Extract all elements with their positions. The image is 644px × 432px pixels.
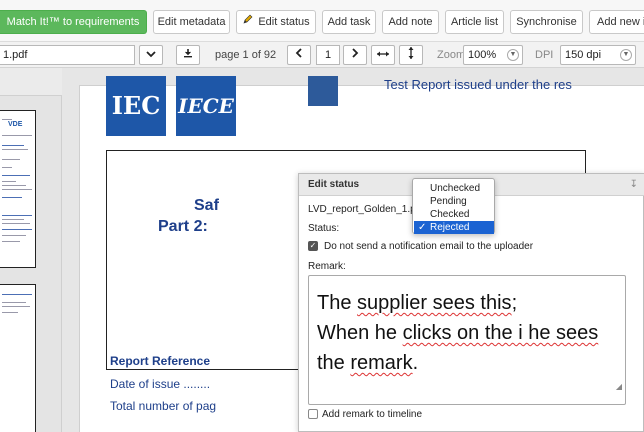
remark-line: the remark. bbox=[317, 352, 419, 374]
status-label: Status: bbox=[308, 223, 340, 234]
document-line-report-ref: Report Reference bbox=[110, 354, 211, 368]
action-toolbar: Match It!™ to requirements Edit metadata… bbox=[0, 0, 644, 42]
download-button[interactable] bbox=[176, 45, 200, 65]
resize-grip-icon[interactable]: ◢ bbox=[616, 372, 622, 402]
file-select-value: 1.pdf bbox=[3, 49, 28, 61]
app-root: Match It!™ to requirements Edit metadata… bbox=[0, 0, 644, 432]
sidebar-header bbox=[0, 68, 62, 96]
thumbnail-sidebar: VDE bbox=[0, 68, 62, 432]
pencil-icon bbox=[242, 11, 254, 33]
prev-page-button[interactable] bbox=[287, 45, 311, 65]
page-thumbnail-2[interactable] bbox=[0, 284, 36, 432]
edit-status-label: Edit status bbox=[258, 16, 310, 28]
synchronise-button[interactable]: Synchronise bbox=[510, 10, 583, 34]
chevron-right-icon bbox=[351, 48, 359, 61]
document-title-line2: Part 2: bbox=[158, 218, 208, 235]
edit-metadata-label: Edit metadata bbox=[157, 16, 226, 28]
timeline-checkbox[interactable] bbox=[308, 409, 318, 419]
zoom-select[interactable]: 100% ▼ bbox=[463, 45, 523, 65]
page-thumbnail-1[interactable]: VDE bbox=[0, 110, 36, 268]
document-line-date: Date of issue ........ bbox=[110, 377, 211, 391]
checkmark-icon: ✓ bbox=[418, 222, 427, 233]
page-number-input[interactable]: 1 bbox=[316, 45, 340, 65]
remark-line: The supplier sees this; bbox=[317, 292, 518, 314]
document-line-pages: Total number of pag bbox=[110, 399, 217, 413]
synchronise-label: Synchronise bbox=[516, 16, 577, 28]
chevron-down-icon bbox=[146, 49, 156, 61]
status-dropdown[interactable]: Unchecked Pending Checked ✓ Rejected bbox=[412, 178, 495, 234]
fit-width-button[interactable] bbox=[371, 45, 395, 65]
remark-label: Remark: bbox=[308, 261, 346, 272]
add-task-button[interactable]: Add task bbox=[322, 10, 376, 34]
notify-checkbox-label: Do not send a notification email to the … bbox=[324, 241, 534, 252]
match-it-label: Match It!™ to requirements bbox=[6, 16, 140, 28]
file-dropdown-button[interactable] bbox=[139, 45, 163, 65]
next-page-button[interactable] bbox=[343, 45, 367, 65]
status-option-rejected[interactable]: ✓ Rejected bbox=[414, 221, 494, 234]
match-it-button[interactable]: Match It!™ to requirements bbox=[0, 10, 147, 34]
add-note-label: Add note bbox=[388, 16, 433, 28]
download-icon bbox=[183, 49, 193, 61]
zoom-value: 100% bbox=[468, 49, 497, 61]
chevron-left-icon bbox=[295, 48, 303, 61]
select-arrow-icon: ▼ bbox=[620, 49, 632, 61]
fit-width-icon bbox=[376, 49, 390, 61]
article-list-button[interactable]: Article list bbox=[445, 10, 504, 34]
notify-checkbox[interactable]: ✓ bbox=[308, 241, 318, 251]
iec-logo: IEC bbox=[106, 76, 166, 136]
document-header-text: Test Report issued under the res bbox=[384, 77, 572, 92]
timeline-checkbox-label: Add remark to timeline bbox=[322, 409, 423, 420]
dialog-title: Edit status bbox=[308, 179, 360, 190]
page-number-value: 1 bbox=[324, 49, 332, 61]
dpi-label: DPI bbox=[535, 49, 554, 61]
viewer-controls: 1.pdf page 1 of 92 1 Zoom 100% ▼ DPI 150… bbox=[0, 42, 644, 68]
add-new-issue-button[interactable]: Add new is bbox=[589, 10, 644, 34]
select-arrow-icon: ▼ bbox=[507, 49, 519, 61]
article-list-label: Article list bbox=[450, 16, 499, 28]
edit-metadata-button[interactable]: Edit metadata bbox=[153, 10, 230, 34]
zoom-label: Zoom bbox=[437, 49, 466, 61]
add-note-button[interactable]: Add note bbox=[382, 10, 439, 34]
edit-status-button[interactable]: Edit status bbox=[236, 10, 316, 34]
cert-logo bbox=[308, 76, 338, 106]
document-title-line1: Saf bbox=[194, 197, 219, 214]
dpi-value: 150 dpi bbox=[565, 49, 602, 61]
file-select[interactable]: 1.pdf bbox=[0, 45, 135, 65]
fit-height-button[interactable] bbox=[399, 45, 423, 65]
status-option-unchecked[interactable]: Unchecked bbox=[414, 182, 494, 195]
status-option-pending[interactable]: Pending bbox=[414, 195, 494, 208]
dpi-select[interactable]: 150 dpi ▼ bbox=[560, 45, 636, 65]
status-option-checked[interactable]: Checked bbox=[414, 208, 494, 221]
fit-height-icon bbox=[407, 47, 415, 63]
page-count-text: page 1 of 92 bbox=[215, 49, 277, 61]
iecee-logo: IECE bbox=[176, 76, 236, 136]
remark-line: When he clicks on the i he sees bbox=[317, 322, 599, 344]
add-new-issue-label: Add new is bbox=[597, 16, 644, 28]
remark-textarea[interactable]: The supplier sees this; When he clicks o… bbox=[308, 275, 626, 405]
add-task-label: Add task bbox=[327, 16, 371, 28]
dialog-file-name: LVD_report_Golden_1.pdf bbox=[308, 204, 425, 215]
vde-logo-thumb: VDE bbox=[8, 121, 23, 128]
pin-icon[interactable]: ↧ bbox=[630, 179, 638, 190]
